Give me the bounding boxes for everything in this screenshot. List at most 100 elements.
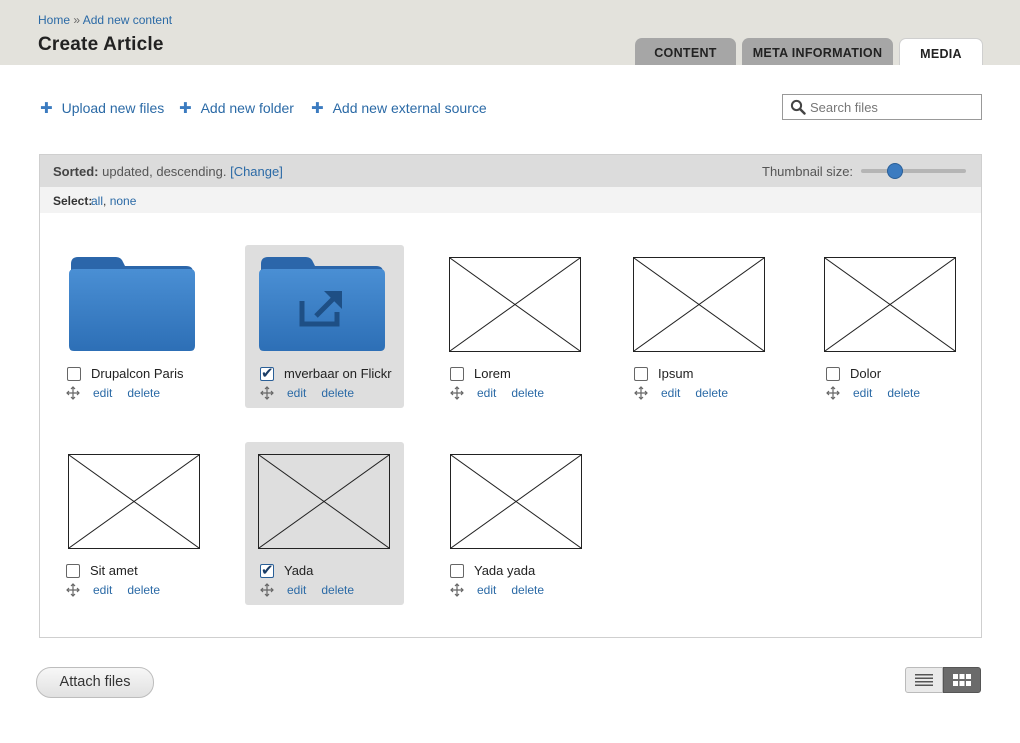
sort-status: Sorted: updated, descending. [Change] xyxy=(53,164,283,179)
select-separator: , xyxy=(103,194,107,208)
image-placeholder xyxy=(824,257,956,352)
item-name: Dolor xyxy=(850,366,882,381)
select-all-link[interactable]: all xyxy=(91,194,103,208)
edit-link[interactable]: edit xyxy=(93,386,112,400)
edit-link[interactable]: edit xyxy=(477,583,496,597)
attach-files-button[interactable]: Attach files xyxy=(36,667,154,698)
item-name: Drupalcon Paris xyxy=(91,366,184,381)
delete-link[interactable]: delete xyxy=(127,386,160,400)
edit-link[interactable]: edit xyxy=(853,386,872,400)
folder-icon xyxy=(69,257,195,351)
image-placeholder-icon xyxy=(259,455,389,548)
sort-bar: Sorted: updated, descending. [Change] Th… xyxy=(40,155,981,187)
external-folder-icon xyxy=(259,257,385,351)
item-actions: edit delete xyxy=(66,583,175,597)
item-checkbox[interactable] xyxy=(66,563,80,578)
media-item-image[interactable]: Dolor edit delete xyxy=(810,245,969,408)
media-item-label-row: mverbaar on Flickr xyxy=(260,364,392,382)
change-sort-link[interactable]: [Change] xyxy=(230,164,283,179)
item-checkbox[interactable] xyxy=(450,366,464,381)
media-item-external-folder[interactable]: mverbaar on Flickr edit delete xyxy=(245,245,404,408)
add-folder-link[interactable]: ✚ Add new folder xyxy=(179,100,294,116)
tab-media[interactable]: MEDIA xyxy=(899,38,983,65)
media-item-image[interactable]: Sit amet edit delete xyxy=(55,442,214,605)
plus-icon: ✚ xyxy=(40,99,53,117)
breadcrumb-separator: » xyxy=(73,13,81,27)
thumbnail-size-slider[interactable] xyxy=(861,164,966,178)
media-item-image[interactable]: Yada edit delete xyxy=(245,442,404,605)
media-item-label-row: Drupalcon Paris xyxy=(67,366,184,381)
image-placeholder-icon xyxy=(825,258,955,351)
select-none-link[interactable]: none xyxy=(110,194,137,208)
add-external-source-label: Add new external source xyxy=(332,100,487,116)
upload-files-link[interactable]: ✚ Upload new files xyxy=(40,100,164,116)
sort-value: updated, descending. xyxy=(102,164,227,179)
item-actions: edit delete xyxy=(66,386,175,400)
list-view-button[interactable] xyxy=(905,667,943,693)
item-actions: edit delete xyxy=(450,583,559,597)
edit-link[interactable]: edit xyxy=(93,583,112,597)
image-placeholder xyxy=(633,257,765,352)
image-placeholder xyxy=(450,454,582,549)
delete-link[interactable]: delete xyxy=(887,386,920,400)
item-actions: edit delete xyxy=(260,583,369,597)
view-mode-toggle xyxy=(905,667,981,693)
item-name: mverbaar on Flickr xyxy=(284,366,392,381)
edit-link[interactable]: edit xyxy=(477,386,496,400)
grid-view-button[interactable] xyxy=(943,667,981,693)
item-checkbox-checked[interactable] xyxy=(260,364,274,382)
media-item-label-row: Dolor xyxy=(826,366,881,381)
move-handle-icon[interactable] xyxy=(260,386,274,400)
move-handle-icon[interactable] xyxy=(260,583,274,597)
move-handle-icon[interactable] xyxy=(66,386,80,400)
media-item-image[interactable]: Lorem edit delete xyxy=(435,245,594,408)
move-handle-icon[interactable] xyxy=(450,386,464,400)
delete-link[interactable]: delete xyxy=(127,583,160,597)
select-options: all, none xyxy=(91,194,136,208)
slider-track[interactable] xyxy=(861,169,966,173)
image-placeholder xyxy=(258,454,390,549)
breadcrumb-home-link[interactable]: Home xyxy=(38,13,70,27)
breadcrumb-current-link[interactable]: Add new content xyxy=(83,13,172,27)
item-checkbox[interactable] xyxy=(450,563,464,578)
item-actions: edit delete xyxy=(634,386,743,400)
move-handle-icon[interactable] xyxy=(634,386,648,400)
item-checkbox[interactable] xyxy=(826,366,840,381)
tab-content[interactable]: CONTENT xyxy=(635,38,736,65)
edit-link[interactable]: edit xyxy=(287,583,306,597)
move-handle-icon[interactable] xyxy=(826,386,840,400)
delete-link[interactable]: delete xyxy=(695,386,728,400)
item-checkbox[interactable] xyxy=(634,366,648,381)
list-view-icon xyxy=(915,674,933,686)
media-item-folder[interactable]: Drupalcon Paris edit delete xyxy=(55,245,214,408)
tab-meta-information[interactable]: META INFORMATION xyxy=(742,38,893,65)
slider-handle[interactable] xyxy=(888,164,902,178)
move-handle-icon[interactable] xyxy=(66,583,80,597)
select-bar: Select: all, none xyxy=(40,187,981,213)
image-placeholder-icon xyxy=(69,455,199,548)
thumbnail-size-label: Thumbnail size: xyxy=(762,164,854,179)
media-item-image[interactable]: Yada yada edit delete xyxy=(435,442,594,605)
search-input[interactable] xyxy=(810,99,980,115)
search-icon xyxy=(790,99,806,115)
item-checkbox[interactable] xyxy=(67,366,81,381)
edit-link[interactable]: edit xyxy=(661,386,680,400)
search-box xyxy=(782,94,982,120)
image-placeholder xyxy=(449,257,581,352)
delete-link[interactable]: delete xyxy=(321,583,354,597)
item-checkbox-checked[interactable] xyxy=(260,561,274,579)
media-item-image[interactable]: Ipsum edit delete xyxy=(619,245,778,408)
breadcrumb: Home » Add new content xyxy=(38,13,172,27)
select-label: Select: xyxy=(53,194,93,208)
delete-link[interactable]: delete xyxy=(511,583,544,597)
add-folder-label: Add new folder xyxy=(200,100,294,116)
delete-link[interactable]: delete xyxy=(511,386,544,400)
plus-icon: ✚ xyxy=(179,99,192,117)
add-external-source-link[interactable]: ✚ Add new external source xyxy=(311,100,487,116)
item-name: Lorem xyxy=(474,366,511,381)
edit-link[interactable]: edit xyxy=(287,386,306,400)
image-placeholder-icon xyxy=(450,258,580,351)
delete-link[interactable]: delete xyxy=(321,386,354,400)
page-title: Create Article xyxy=(38,34,164,55)
move-handle-icon[interactable] xyxy=(450,583,464,597)
